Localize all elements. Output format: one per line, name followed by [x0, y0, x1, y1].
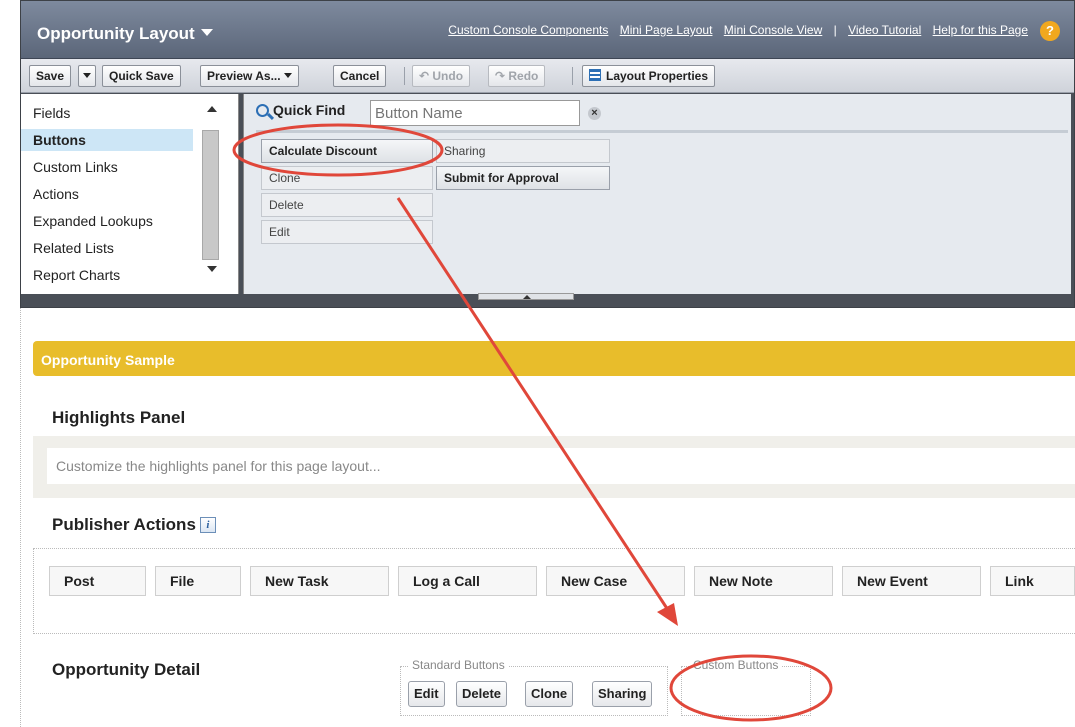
scroll-down-icon[interactable] [207, 266, 217, 272]
standard-button-edit[interactable]: Edit [408, 681, 445, 707]
quick-find-label: Quick Find [256, 102, 345, 118]
standard-button-clone[interactable]: Clone [525, 681, 574, 707]
undo-icon: ↶ [419, 69, 433, 83]
chevron-down-icon [200, 29, 213, 36]
highlights-panel-drop-zone[interactable]: Customize the highlights panel for this … [47, 448, 1075, 484]
palette-category-list: Fields Buttons Custom Links Actions Expa… [21, 94, 239, 294]
layout-properties-icon [589, 69, 601, 81]
layout-title: Opportunity Layout [37, 24, 195, 43]
action-new-note[interactable]: New Note [694, 566, 833, 596]
standard-button-sharing[interactable]: Sharing [592, 681, 653, 707]
redo-icon: ↷ [495, 69, 509, 83]
palette-button-sharing[interactable]: Sharing [436, 139, 610, 163]
palette-divider [256, 130, 1068, 133]
action-new-case[interactable]: New Case [546, 566, 685, 596]
action-new-event[interactable]: New Event [842, 566, 981, 596]
clear-search-icon[interactable]: × [588, 107, 601, 120]
header-links: Custom Console Components Mini Page Layo… [440, 23, 1028, 37]
custom-console-components-link[interactable]: Custom Console Components [448, 23, 608, 37]
standard-button-delete[interactable]: Delete [456, 681, 508, 707]
preview-as-button[interactable]: Preview As... [200, 65, 299, 87]
undo-label: Undo [432, 69, 464, 83]
palette-button-clone[interactable]: Clone [261, 166, 433, 190]
save-button[interactable]: Save [29, 65, 72, 87]
layout-title-menu[interactable]: Opportunity Layout [37, 24, 213, 44]
category-report-charts[interactable]: Report Charts [21, 264, 193, 286]
save-menu-button[interactable] [78, 65, 96, 87]
toolbar-divider [572, 67, 573, 85]
help-icon[interactable]: ? [1040, 21, 1060, 41]
section-title: Opportunity Sample [41, 352, 175, 368]
layout-editor: Opportunity Layout Custom Console Compon… [20, 0, 1075, 308]
preview-as-label: Preview As... [207, 69, 281, 83]
layout-properties-button[interactable]: Layout Properties [582, 65, 716, 87]
info-icon[interactable]: i [199, 517, 216, 533]
palette-button-calculate-discount[interactable]: Calculate Discount [261, 139, 433, 163]
action-log-a-call[interactable]: Log a Call [398, 566, 537, 596]
toolbar-divider [404, 67, 405, 85]
publisher-actions-title: Publisher Actions [52, 515, 196, 534]
custom-buttons-drop-zone[interactable]: Custom Buttons [681, 658, 811, 716]
palette-button-submit-for-approval[interactable]: Submit for Approval [436, 166, 610, 190]
palette-collapse-handle[interactable] [478, 293, 574, 300]
editor-toolbar: Save Quick Save Preview As... Cancel ↶ U… [21, 59, 1074, 93]
palette-button-edit[interactable]: Edit [261, 220, 433, 244]
action-file[interactable]: File [155, 566, 241, 596]
quick-find-input[interactable] [370, 100, 580, 126]
quick-save-button[interactable]: Quick Save [102, 65, 181, 87]
category-buttons[interactable]: Buttons [21, 129, 193, 151]
category-expanded-lookups[interactable]: Expanded Lookups [21, 210, 193, 232]
action-link[interactable]: Link [990, 566, 1075, 596]
redo-label: Redo [508, 69, 539, 83]
category-custom-links[interactable]: Custom Links [21, 156, 193, 178]
category-fields[interactable]: Fields [21, 102, 193, 124]
redo-button[interactable]: ↷ Redo [488, 65, 546, 87]
custom-buttons-legend: Custom Buttons [690, 658, 782, 672]
opportunity-detail-heading: Opportunity Detail [52, 660, 201, 679]
undo-button[interactable]: ↶ Undo [412, 65, 471, 87]
layout-properties-label: Layout Properties [606, 69, 709, 83]
scrollbar-thumb[interactable] [202, 130, 219, 260]
palette: Fields Buttons Custom Links Actions Expa… [21, 94, 1074, 294]
mini-page-layout-link[interactable]: Mini Page Layout [620, 23, 713, 37]
cancel-button[interactable]: Cancel [333, 65, 387, 87]
palette-button-delete[interactable]: Delete [261, 193, 433, 217]
editor-titlebar: Opportunity Layout Custom Console Compon… [21, 1, 1074, 59]
video-tutorial-link[interactable]: Video Tutorial [848, 23, 921, 37]
quick-find-text: Quick Find [273, 102, 346, 118]
mini-console-view-link[interactable]: Mini Console View [724, 23, 823, 37]
category-actions[interactable]: Actions [21, 183, 193, 205]
search-icon [256, 104, 269, 117]
section-header-opportunity-sample[interactable]: Opportunity Sample [33, 341, 1075, 376]
chevron-down-icon [83, 73, 91, 78]
action-new-task[interactable]: New Task [250, 566, 389, 596]
palette-items: Quick Find × Calculate Discount Clone De… [243, 94, 1071, 294]
publisher-actions-heading: Publisher Actions i [52, 515, 216, 535]
standard-buttons-legend: Standard Buttons [409, 658, 508, 672]
highlights-panel-heading: Highlights Panel [52, 408, 186, 427]
canvas-edge [20, 308, 21, 727]
category-related-lists[interactable]: Related Lists [21, 237, 193, 259]
highlights-panel: Customize the highlights panel for this … [33, 436, 1075, 498]
link-separator: | [833, 23, 837, 37]
scroll-up-icon[interactable] [207, 106, 217, 112]
action-post[interactable]: Post [49, 566, 146, 596]
help-for-this-page-link[interactable]: Help for this Page [933, 23, 1028, 37]
save-label: Save [36, 69, 65, 83]
chevron-down-icon [283, 73, 292, 78]
